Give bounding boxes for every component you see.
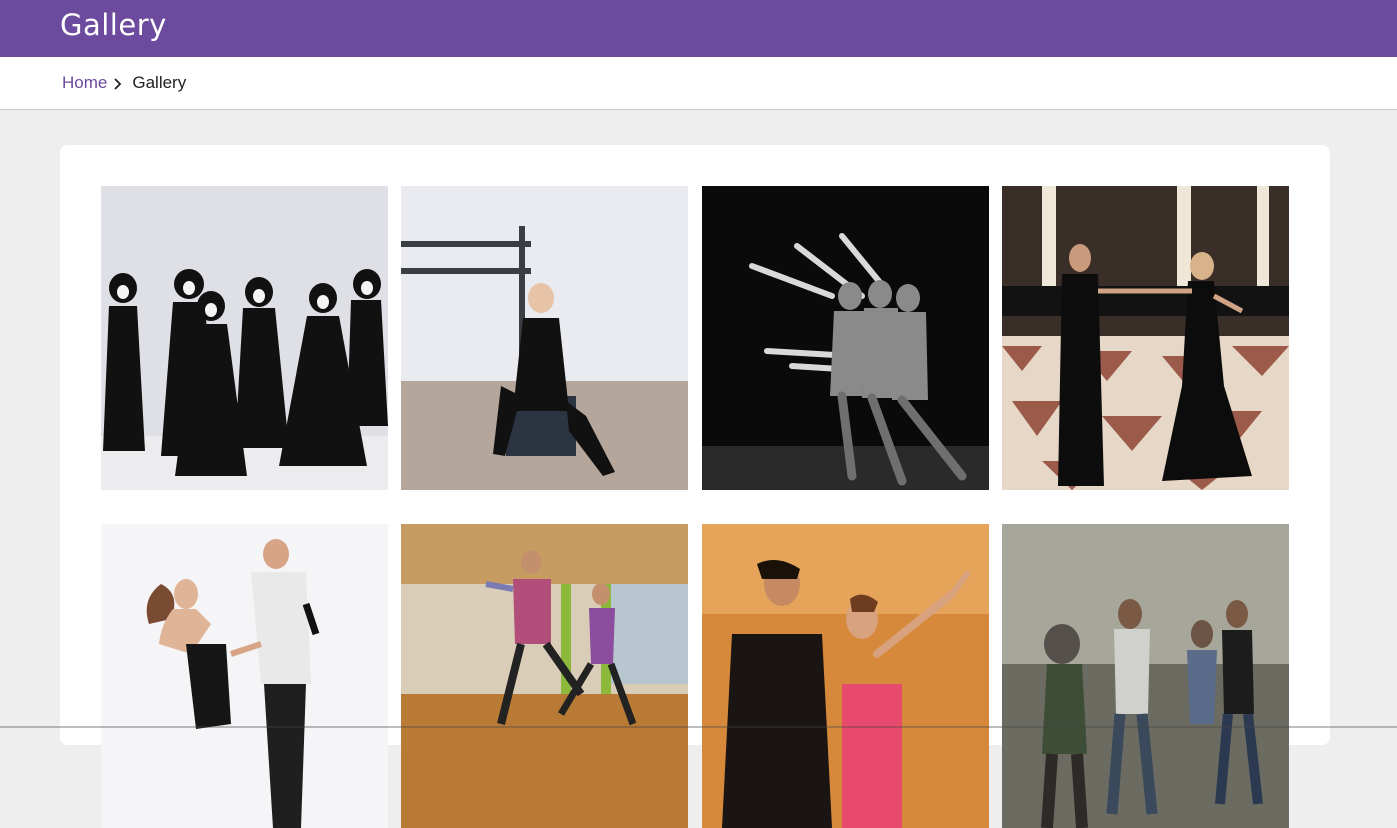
ballroom-couple-dancing-photo — [1002, 186, 1289, 490]
gallery-image-ballroom-couple[interactable] — [1002, 186, 1289, 490]
gallery-image-latin-couple[interactable] — [702, 524, 989, 828]
group-dancers-smoke-stage-photo — [1002, 524, 1289, 828]
gallery-image-dance-studio-jump[interactable] — [401, 524, 688, 828]
gallery-card — [60, 145, 1330, 828]
mime-dancers-in-black-photo — [101, 186, 388, 490]
breadcrumb-home-link[interactable]: Home — [62, 73, 107, 93]
chevron-right-icon — [113, 76, 123, 90]
gallery-image-mime-dancers[interactable] — [101, 186, 388, 490]
latin-couple-orange-photo — [702, 524, 989, 828]
gallery-image-group-smoke[interactable] — [1002, 524, 1289, 828]
gallery-image-girl-ballet[interactable] — [401, 186, 688, 490]
black-white-dance-trio-photo — [702, 186, 989, 490]
dance-studio-jump-photo — [401, 524, 688, 828]
page-header: Gallery — [0, 0, 1397, 57]
girl-ballet-studio-photo — [401, 186, 688, 490]
page-title: Gallery — [60, 8, 167, 42]
breadcrumb-bar: Home Gallery — [0, 57, 1397, 110]
gallery-image-couple-salsa[interactable] — [101, 524, 388, 828]
gallery-image-bw-dance-trio[interactable] — [702, 186, 989, 490]
breadcrumb: Home Gallery — [62, 73, 186, 93]
breadcrumb-current: Gallery — [132, 73, 187, 92]
couple-salsa-white-background-photo — [101, 524, 388, 828]
